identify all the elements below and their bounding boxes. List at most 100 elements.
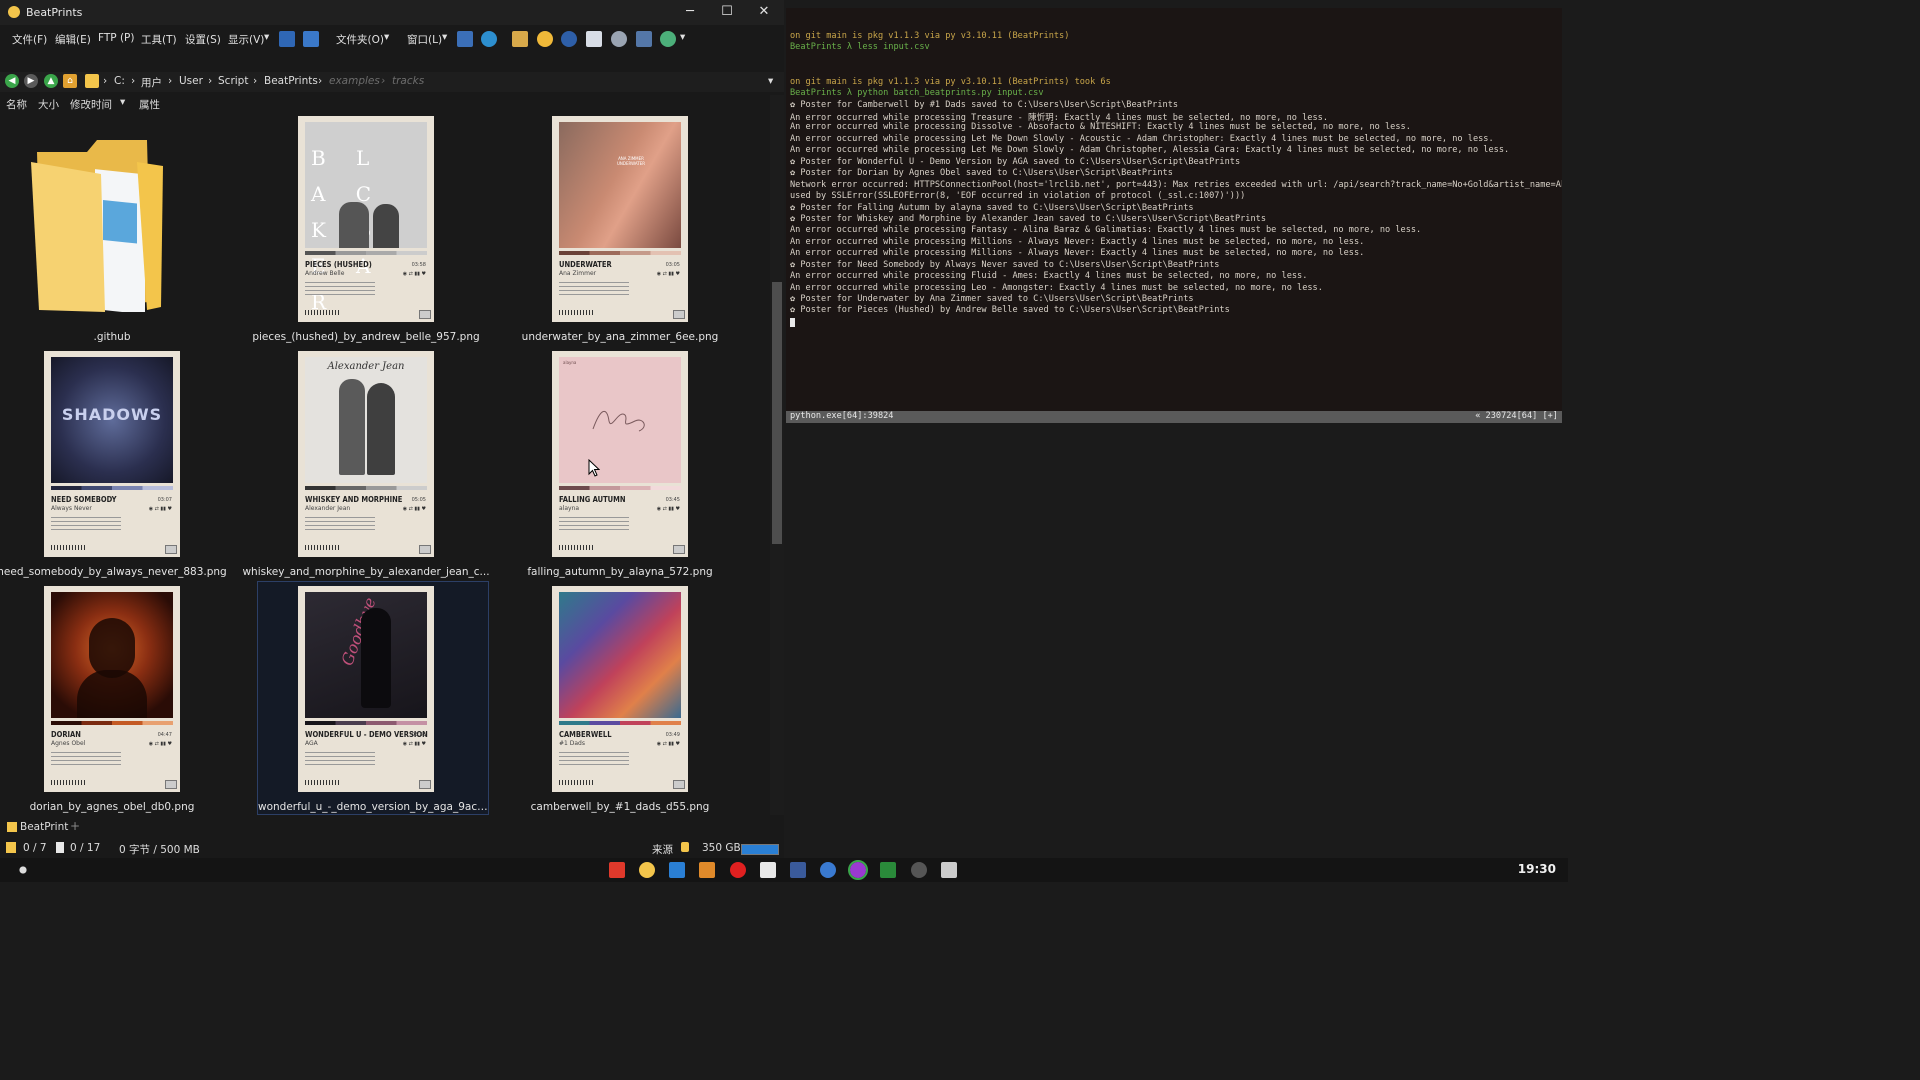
address-bar[interactable]: ◀ ▶ ▲ ⌂ › C: › 用户 › User › Script › Beat… [0,72,784,92]
column-modified[interactable]: 修改时间 [70,97,112,112]
song-title: WHISKEY AND MORPHINE [305,495,403,504]
breadcrumb-separator: › [208,75,213,87]
duration: 03:45 [665,497,680,503]
artist-name: Ana Zimmer [559,270,597,277]
breadcrumb-user[interactable]: User [179,75,203,87]
image-type-icon [419,545,431,554]
file-tile-dorian[interactable]: DORIAN Agnes Obel 04:47 ◉ ⇄ ▮▮ ♥ dorian_… [0,582,237,814]
tab-beatprint[interactable]: BeatPrint [4,819,74,835]
column-attributes[interactable]: 属性 [139,97,160,112]
excel-icon[interactable] [880,862,896,878]
color-palette [305,251,427,255]
maximize-button[interactable]: ☐ [707,0,747,25]
breadcrumb-drive[interactable]: C: [114,75,125,87]
brave-browser-icon[interactable] [609,862,625,878]
home-icon[interactable]: ⌂ [63,74,77,88]
search-files-icon[interactable] [636,31,652,47]
art-text: ANA ZIMMER UNDERWATER [616,156,646,166]
taskbar-clock[interactable]: 19:30 [1518,862,1556,876]
window-icon[interactable] [941,862,957,878]
file-name: pieces_(hushed)_by_andrew_belle_957.png [252,331,480,343]
file-tile-need-somebody[interactable]: SHADOWS NEED SOMEBODY Always Never 03:07… [0,347,237,579]
file-tile-camberwell[interactable]: CAMBERWELL #1 Dads 03:49 ◉ ⇄ ▮▮ ♥ camber… [495,582,745,814]
menu-window[interactable]: 窗口(L) [407,32,442,47]
poster-thumbnail: Alexander Jean WHISKEY AND MORPHINE Alex… [298,351,434,557]
breadcrumb-examples[interactable]: examples [329,75,380,87]
menu-folder[interactable]: 文件夹(O) [336,32,384,47]
color-palette [559,721,681,725]
terminal-window[interactable]: on git main is pkg v1.1.3 via py v3.10.1… [786,8,1562,423]
clock-app-icon[interactable] [911,862,927,878]
folder-icon [31,140,163,312]
file-tile-wonderful-u[interactable]: Goodbye WONDERFUL U - DEMO VERSION AGA 0… [257,581,489,815]
color-palette [305,721,427,725]
menu-file[interactable]: 文件(F) [12,32,47,47]
player-controls-icon: ◉ ⇄ ▮▮ ♥ [656,271,680,277]
record-icon[interactable] [730,862,746,878]
list-view-icon[interactable] [279,31,295,47]
file-tile-pieces-hushed[interactable]: B L A C K B E A R PIECES (HUSHED) Andrew… [241,112,491,344]
menu-edit[interactable]: 编辑(E) [55,32,91,47]
file-tile-underwater[interactable]: ANA ZIMMER UNDERWATER UNDERWATER Ana Zim… [495,112,745,344]
breadcrumb-users[interactable]: 用户 [141,75,162,90]
breadcrumb-beatprints[interactable]: BeatPrints [264,75,318,87]
menu-view[interactable]: 显示(V) [228,32,264,47]
media-player-icon[interactable] [848,860,868,880]
column-name[interactable]: 名称 [6,97,27,112]
smiley-icon[interactable] [537,31,553,47]
chevron-down-icon[interactable]: ▾ [680,31,685,43]
file-tile-github[interactable]: .github [0,112,237,344]
lyrics-block [305,282,375,298]
forward-icon[interactable]: ▶ [24,74,38,88]
image-type-icon [673,545,685,554]
disk-icon[interactable] [611,31,627,47]
chevron-down-icon[interactable]: ▾ [768,75,773,87]
terminal-output-line: ✿ Poster for Camberwell by #1 Dads saved… [790,100,1179,110]
book-icon[interactable] [760,862,776,878]
up-icon[interactable]: ▲ [44,74,58,88]
sync-icon[interactable] [481,31,497,47]
add-tab-icon[interactable]: + [70,819,80,833]
app-icon[interactable] [669,862,685,878]
disk-usage-bar [741,844,779,855]
compare-icon[interactable] [660,31,676,47]
start-icon[interactable] [8,862,38,878]
thumbnail-view-icon[interactable] [303,31,319,47]
poster-thumbnail: CAMBERWELL #1 Dads 03:49 ◉ ⇄ ▮▮ ♥ [552,586,688,792]
copy-folder-icon[interactable] [512,31,528,47]
breadcrumb-script[interactable]: Script [218,75,248,87]
column-size[interactable]: 大小 [38,97,59,112]
chevron-down-icon[interactable]: ▾ [264,31,269,43]
spotify-code-icon [559,780,593,785]
sublime-icon[interactable] [699,862,715,878]
poster-art: ANA ZIMMER UNDERWATER [559,122,681,248]
chevron-down-icon[interactable]: ▾ [442,31,447,43]
panel-icon[interactable] [457,31,473,47]
menu-bar: 文件(F) 编辑(E) FTP (P) 工具(T) 设置(S) 显示(V) ▾ … [0,28,784,50]
player-controls-icon: ◉ ⇄ ▮▮ ♥ [656,506,680,512]
scrollbar-thumb[interactable] [772,282,782,544]
breadcrumb-tracks[interactable]: tracks [392,75,424,87]
md5-icon[interactable] [561,31,577,47]
duration: 03:05 [665,262,680,268]
close-button[interactable]: ✕ [744,0,784,25]
file-tile-falling-autumn[interactable]: alayna FALLING AUTUMN alayna 03:45 ◉ ⇄ ▮… [495,347,745,579]
terminal-output-line: used by SSLError(SSLEOFError(8, 'EOF occ… [790,191,1246,201]
minimize-button[interactable]: ─ [670,0,710,25]
image-type-icon [419,310,431,319]
file-manager-icon[interactable] [639,862,655,878]
menu-ftp[interactable]: FTP (P) [98,32,134,44]
terminal-status-bar: python.exe[64]:39824 « 230724[64] [+] [786,411,1562,423]
title-bar: BeatPrints ─ ☐ ✕ [0,0,784,25]
menu-settings[interactable]: 设置(S) [185,32,221,47]
file-name: whiskey_and_morphine_by_alexander_jean_c… [242,566,490,578]
browser-icon[interactable] [820,862,836,878]
menu-tools[interactable]: 工具(T) [141,32,177,47]
back-icon[interactable]: ◀ [5,74,19,88]
file-tile-whiskey-and-morphine[interactable]: Alexander Jean WHISKEY AND MORPHINE Alex… [241,347,491,579]
document-icon[interactable] [586,31,602,47]
chevron-down-icon[interactable]: ▾ [384,31,389,43]
artist-name: Always Never [51,505,92,512]
terminal-icon[interactable] [790,862,806,878]
chevron-down-icon[interactable]: ▾ [120,96,125,108]
